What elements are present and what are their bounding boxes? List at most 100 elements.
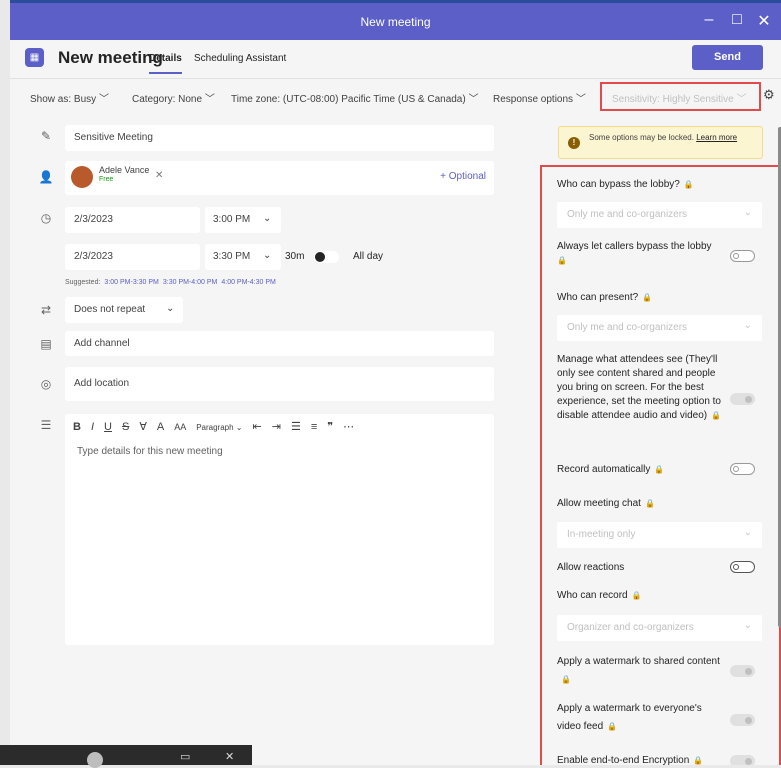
e2e-encryption-toggle[interactable] [730,755,755,765]
paragraph-dropdown[interactable]: Paragraph ⌄ [196,423,242,432]
show-as-dropdown[interactable]: Show as: Busy ﹀ [30,90,109,105]
repeat-dropdown[interactable]: Does not repeat ⌄ [65,297,183,323]
response-options-dropdown[interactable]: Response options ﹀ [493,90,586,105]
meeting-chat-label: Allow meeting chat [557,498,641,509]
manage-attendees-toggle[interactable] [730,393,755,405]
maximize-icon[interactable]: □ [723,11,751,29]
pencil-icon: ✎ [40,129,52,143]
meeting-window: New meeting – □ ✕ ▦ New meeting Details … [10,3,781,765]
watermark-video-toggle[interactable] [730,714,755,726]
font-color-icon[interactable]: A [157,421,164,433]
chevron-down-icon: ⌄ [743,527,752,538]
highlight-icon[interactable]: ∀ [139,421,147,433]
who-can-present-label: Who can present? [557,292,639,303]
chevron-down-icon: ﹀ [98,94,109,105]
response-options-label: Response options [493,94,574,105]
start-date-value: 2/3/2023 [74,214,113,225]
close-icon[interactable]: ✕ [225,750,234,763]
title-value: Sensitive Meeting [74,132,153,143]
learn-more-link[interactable]: Learn more [696,133,737,142]
repeat-icon: ⇄ [40,303,52,317]
strikethrough-icon[interactable]: S [122,421,129,433]
window-title: New meeting [360,15,431,29]
allow-reactions-toggle[interactable] [730,561,755,573]
attendees-field[interactable]: Adele Vance Free ✕ + Optional [65,161,494,195]
settings-gear-icon[interactable]: ⚙ [763,87,775,103]
end-time-dropdown[interactable]: 3:30 PM ⌄ [205,244,281,270]
suggested-time-3[interactable]: 4:00 PM-4:30 PM [221,279,275,286]
meeting-options-panel: ! Some options may be locked. Learn more… [540,113,781,765]
toggle-knob [745,668,752,675]
toggle-knob [733,253,739,259]
location-field[interactable]: Add location [65,367,494,401]
options-bar: Show as: Busy ﹀ Category: None ﹀ Time zo… [10,78,781,115]
attendee-name: Adele Vance [99,165,150,175]
channel-icon: ▤ [40,337,52,351]
optional-attendees-link[interactable]: + Optional [440,171,486,182]
tab-details[interactable]: Details [149,53,182,64]
lock-icon: 🔒 [693,756,704,765]
start-time-value: 3:00 PM [213,214,251,225]
channel-field[interactable]: Add channel [65,331,494,356]
show-as-label: Show as: Busy [30,94,97,105]
details-editor[interactable]: B I U S ∀ A AA Paragraph ⌄ ⇤ ⇥ ☰ ≡ ❞ ⋯ Type details f… [65,414,494,645]
start-time-dropdown[interactable]: 3:00 PM ⌄ [205,207,281,233]
paragraph-label: Paragraph [196,423,234,432]
chevron-down-icon: ﹀ [575,94,586,105]
avatar [87,752,103,768]
tab-scheduling-assistant[interactable]: Scheduling Assistant [194,53,286,64]
popout-icon[interactable]: ▭ [180,750,190,763]
toggle-knob [745,396,752,403]
chevron-down-icon: ⌄ [263,213,272,224]
who-can-record-value: Organizer and co-organizers [567,622,694,633]
numbered-list-icon[interactable]: ≡ [311,421,317,433]
record-automatically-toggle[interactable] [730,463,755,475]
meeting-chat-dropdown[interactable]: In-meeting only ⌄ [557,522,762,548]
toggle-knob [733,466,739,472]
who-can-record-dropdown[interactable]: Organizer and co-organizers ⌄ [557,615,762,641]
lock-icon: 🔒 [683,180,694,189]
timezone-dropdown[interactable]: Time zone: (UTC-08:00) Pacific Time (US … [231,90,478,105]
who-can-present-dropdown[interactable]: Only me and co-organizers ⌄ [557,315,762,341]
clock-icon: ◷ [40,211,52,225]
toggle-knob [745,758,752,765]
remove-attendee-icon[interactable]: ✕ [155,170,163,181]
bypass-lobby-value: Only me and co-organizers [567,209,688,220]
more-options-icon[interactable]: ⋯ [343,421,354,433]
start-date-field[interactable]: 2/3/2023 [65,207,200,233]
outdent-icon[interactable]: ⇤ [253,421,262,433]
all-day-label: All day [353,251,384,262]
details-placeholder: Type details for this new meeting [77,446,223,457]
header: ▦ New meeting Details Scheduling Assista… [10,40,781,78]
bold-icon[interactable]: B [73,421,81,433]
suggested-time-2[interactable]: 3:30 PM-4:00 PM [163,279,217,286]
toggle-knob [733,564,739,570]
close-icon[interactable]: ✕ [750,11,778,31]
bypass-lobby-dropdown[interactable]: Only me and co-organizers ⌄ [557,202,762,228]
suggested-time-1[interactable]: 3:00 PM-3:30 PM [104,279,158,286]
suggested-times: Suggested: 3:00 PM-3:30 PM 3:30 PM-4:00 PM… [65,279,276,286]
bullet-list-icon[interactable]: ☰ [291,421,301,433]
italic-icon[interactable]: I [91,421,94,433]
send-button[interactable]: Send [692,45,763,70]
category-dropdown[interactable]: Category: None ﹀ [132,90,215,105]
underline-icon[interactable]: U [104,421,112,433]
suggested-label: Suggested: [65,279,101,286]
lock-icon: 🔒 [711,411,722,420]
details-list-icon: ☰ [40,418,52,432]
quote-icon[interactable]: ❞ [327,421,333,433]
all-day-toggle[interactable] [314,251,339,263]
indent-icon[interactable]: ⇥ [272,421,281,433]
warning-text: Some options may be locked. [589,133,694,142]
title-field[interactable]: Sensitive Meeting [65,125,494,151]
chevron-down-icon: ⌄ [743,320,752,331]
warning-icon: ! [568,137,580,149]
formatting-toolbar: B I U S ∀ A AA Paragraph ⌄ ⇤ ⇥ ☰ ≡ ❞ ⋯ [73,420,364,433]
font-size-icon[interactable]: AA [174,422,186,432]
minimize-icon[interactable]: – [695,11,723,29]
lock-icon: 🔒 [654,465,665,474]
end-date-field[interactable]: 2/3/2023 [65,244,200,270]
watermark-shared-toggle[interactable] [730,665,755,677]
toggle-knob [315,252,325,262]
callers-bypass-toggle[interactable] [730,250,755,262]
